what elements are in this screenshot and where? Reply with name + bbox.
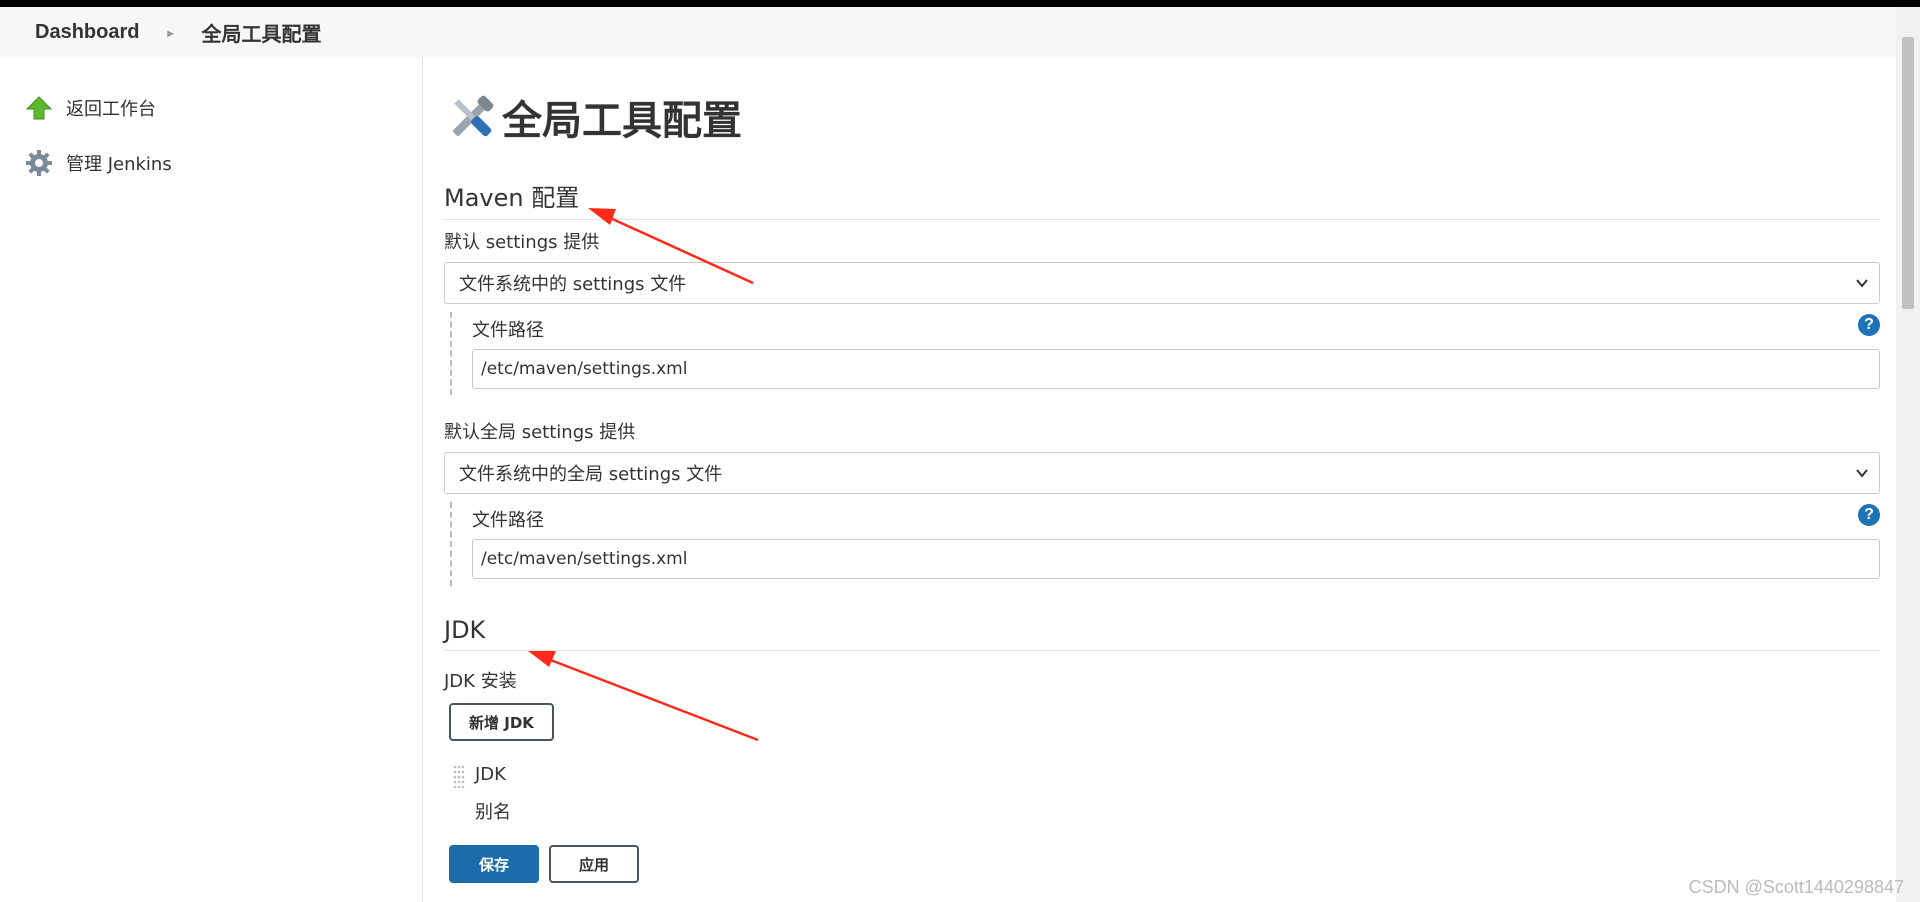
scrollbar-thumb[interactable] (1902, 37, 1914, 309)
file-path-label: 文件路径 (472, 320, 544, 341)
apply-button[interactable]: 应用 (549, 845, 639, 883)
help-icon[interactable]: ? (1858, 504, 1880, 526)
add-jdk-button[interactable]: 新增 JDK (449, 703, 554, 741)
page-title: 全局工具配置 (444, 88, 742, 146)
sidebar-item-back-to-dashboard[interactable]: 返回工作台 (24, 93, 156, 123)
top-bar (0, 0, 1920, 7)
sidebar-item-label: 返回工作台 (66, 99, 156, 120)
jdk-section-title: JDK (444, 616, 1880, 651)
jdk-alias-label: 别名 (475, 802, 511, 823)
global-settings-file-path-input[interactable]: /etc/maven/settings.xml (472, 539, 1880, 579)
tools-icon (444, 89, 500, 145)
chevron-down-icon (1856, 279, 1868, 288)
main-panel: 全局工具配置 Maven 配置 默认 settings 提供 文件系统中的 se… (444, 58, 1880, 902)
breadcrumb-separator-icon: ▸ (167, 25, 174, 40)
jdk-install-label: JDK 安装 (444, 671, 517, 692)
default-global-settings-label: 默认全局 settings 提供 (444, 422, 636, 443)
select-value: 文件系统中的 settings 文件 (459, 274, 687, 295)
settings-file-path-input[interactable]: /etc/maven/settings.xml (472, 349, 1880, 389)
sidebar-item-label: 管理 Jenkins (66, 154, 172, 175)
chevron-down-icon (1856, 469, 1868, 478)
side-panel: 返回工作台 管理 Jenkins (0, 58, 423, 902)
page-title-text: 全局工具配置 (502, 99, 742, 143)
drag-handle-icon[interactable] (452, 764, 466, 789)
help-icon[interactable]: ? (1858, 314, 1880, 336)
jdk-item-title: JDK (475, 764, 506, 785)
breadcrumb-current[interactable]: 全局工具配置 (202, 18, 322, 47)
default-global-settings-provider-select[interactable]: 文件系统中的全局 settings 文件 (444, 452, 1880, 494)
default-settings-label: 默认 settings 提供 (444, 232, 600, 253)
default-settings-provider-select[interactable]: 文件系统中的 settings 文件 (444, 262, 1880, 304)
select-value: 文件系统中的全局 settings 文件 (459, 464, 723, 485)
watermark: CSDN @Scott1440298847 (1688, 877, 1904, 897)
save-button[interactable]: 保存 (449, 845, 539, 883)
file-path-label: 文件路径 (472, 510, 544, 531)
breadcrumb-dashboard[interactable]: Dashboard (35, 21, 139, 44)
breadcrumb: Dashboard ▸ 全局工具配置 (0, 7, 1896, 58)
settings-file-path-block: 文件路径 ? /etc/maven/settings.xml (450, 312, 1882, 395)
up-arrow-icon (24, 93, 54, 123)
sidebar-item-manage-jenkins[interactable]: 管理 Jenkins (24, 148, 172, 178)
vertical-scrollbar[interactable] (1896, 7, 1920, 902)
global-settings-file-path-block: 文件路径 ? /etc/maven/settings.xml (450, 502, 1882, 586)
gear-icon (24, 148, 54, 178)
maven-section-title: Maven 配置 (444, 178, 1880, 220)
